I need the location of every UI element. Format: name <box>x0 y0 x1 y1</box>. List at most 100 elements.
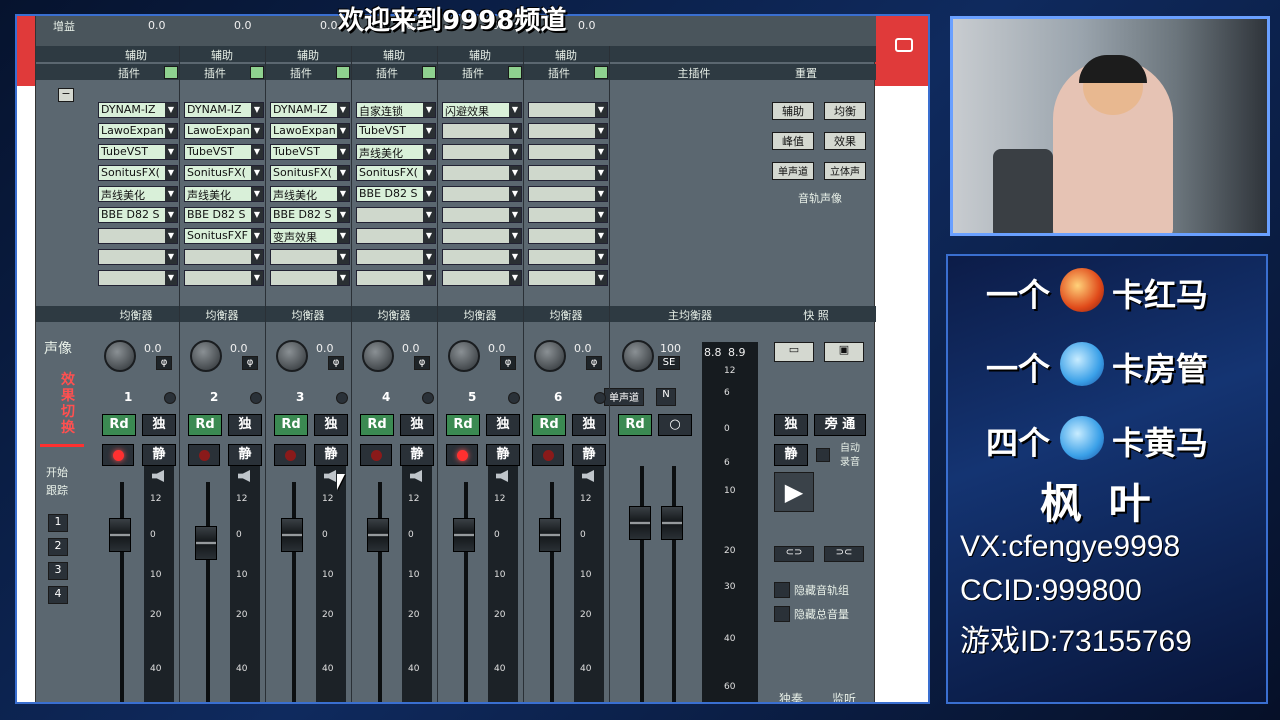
volume-fader[interactable] <box>367 518 389 552</box>
plugin-slot[interactable]: ▼ <box>442 207 522 223</box>
chevron-down-icon[interactable]: ▼ <box>509 103 521 117</box>
record-button[interactable]: Rd <box>446 414 480 436</box>
master-n-button[interactable]: N <box>656 388 676 406</box>
volume-fader[interactable] <box>195 526 217 560</box>
chevron-down-icon[interactable]: ▼ <box>423 103 435 117</box>
master-link-button[interactable]: ○ <box>658 414 692 436</box>
insert-toggle[interactable] <box>422 66 436 79</box>
chevron-down-icon[interactable]: ▼ <box>423 229 435 243</box>
pan-knob[interactable] <box>276 340 308 372</box>
plugin-slot[interactable]: LawoExpan ▼ <box>270 123 350 139</box>
plugin-slot[interactable]: ▼ <box>442 270 522 286</box>
chevron-down-icon[interactable]: ▼ <box>337 187 349 201</box>
chevron-down-icon[interactable]: ▼ <box>165 166 177 180</box>
record-button[interactable]: Rd <box>360 414 394 436</box>
insert-toggle[interactable] <box>594 66 608 79</box>
plugin-slot[interactable]: ▼ <box>528 102 608 118</box>
chevron-down-icon[interactable]: ▼ <box>423 208 435 222</box>
chevron-down-icon[interactable]: ▼ <box>165 250 177 264</box>
stereo-button[interactable]: 立体声 <box>824 162 866 180</box>
plugin-slot[interactable]: 闪避效果 ▼ <box>442 102 522 118</box>
plugin-slot[interactable]: ▼ <box>442 186 522 202</box>
chevron-down-icon[interactable]: ▼ <box>509 271 521 285</box>
chevron-down-icon[interactable]: ▼ <box>251 271 263 285</box>
chevron-down-icon[interactable]: ▼ <box>595 250 607 264</box>
chevron-down-icon[interactable]: ▼ <box>509 229 521 243</box>
plugin-slot[interactable]: ▼ <box>270 270 350 286</box>
chevron-down-icon[interactable]: ▼ <box>251 124 263 138</box>
aux-button[interactable]: 辅助 <box>772 102 814 120</box>
se-button[interactable]: SE <box>658 356 680 370</box>
plugin-slot[interactable]: ▼ <box>356 228 436 244</box>
save-icon[interactable]: ▣ <box>824 342 864 362</box>
plugin-slot[interactable]: ▼ <box>528 228 608 244</box>
chevron-down-icon[interactable]: ▼ <box>423 145 435 159</box>
pan-knob[interactable] <box>190 340 222 372</box>
mute-button[interactable]: 静 <box>142 444 176 466</box>
master-rd-button[interactable]: Rd <box>618 414 652 436</box>
master-pan-knob[interactable] <box>622 340 654 372</box>
plugin-slot[interactable]: TubeVST ▼ <box>184 144 264 160</box>
solo-button[interactable]: 独 <box>572 414 606 436</box>
volume-fader[interactable] <box>281 518 303 552</box>
plugin-slot[interactable]: LawoExpan ▼ <box>184 123 264 139</box>
record-led[interactable] <box>360 444 392 466</box>
mute-right-button[interactable]: 静 <box>774 444 808 466</box>
chevron-down-icon[interactable]: ▼ <box>251 208 263 222</box>
chevron-down-icon[interactable]: ▼ <box>251 145 263 159</box>
solo-button[interactable]: 独 <box>314 414 348 436</box>
chevron-down-icon[interactable]: ▼ <box>337 166 349 180</box>
record-led[interactable] <box>188 444 220 466</box>
chevron-down-icon[interactable]: ▼ <box>595 124 607 138</box>
chevron-down-icon[interactable]: ▼ <box>595 187 607 201</box>
chevron-down-icon[interactable]: ▼ <box>595 208 607 222</box>
plugin-slot[interactable]: DYNAM-IZ ▼ <box>270 102 350 118</box>
mute-button[interactable]: 静 <box>314 444 348 466</box>
mute-button[interactable]: 静 <box>486 444 520 466</box>
plugin-slot[interactable]: ▼ <box>528 144 608 160</box>
plugin-slot[interactable]: TubeVST ▼ <box>98 144 178 160</box>
plugin-slot[interactable]: ▼ <box>442 228 522 244</box>
effect-button[interactable]: 效果 <box>824 132 866 150</box>
record-button[interactable]: Rd <box>188 414 222 436</box>
chevron-down-icon[interactable]: ▼ <box>423 124 435 138</box>
chevron-down-icon[interactable]: ▼ <box>337 250 349 264</box>
plugin-slot[interactable]: ▼ <box>442 249 522 265</box>
chevron-down-icon[interactable]: ▼ <box>595 145 607 159</box>
chevron-down-icon[interactable]: ▼ <box>595 103 607 117</box>
chevron-down-icon[interactable]: ▼ <box>337 208 349 222</box>
plugin-slot[interactable]: ▼ <box>528 165 608 181</box>
plugin-slot[interactable]: ▼ <box>442 123 522 139</box>
hide-track-group-checkbox[interactable] <box>774 582 790 598</box>
record-button[interactable]: Rd <box>532 414 566 436</box>
chevron-down-icon[interactable]: ▼ <box>337 229 349 243</box>
track-number-button[interactable]: 4 <box>48 586 68 604</box>
phase-button[interactable]: φ <box>586 356 602 370</box>
plugin-slot[interactable]: ▼ <box>528 186 608 202</box>
plugin-slot[interactable]: TubeVST ▼ <box>356 123 436 139</box>
chevron-down-icon[interactable]: ▼ <box>165 124 177 138</box>
plugin-slot[interactable]: ▼ <box>184 270 264 286</box>
plugin-slot[interactable]: ▼ <box>270 249 350 265</box>
plugin-slot[interactable]: BBE D82 S ▼ <box>356 186 436 202</box>
window-restore-icon[interactable] <box>895 38 913 52</box>
chevron-down-icon[interactable]: ▼ <box>595 229 607 243</box>
solo-button[interactable]: 独 <box>142 414 176 436</box>
track-number-button[interactable]: 2 <box>48 538 68 556</box>
mono-button[interactable]: 单声道 <box>772 162 814 180</box>
pan-knob[interactable] <box>362 340 394 372</box>
pan-knob[interactable] <box>534 340 566 372</box>
plugin-slot[interactable]: ▼ <box>528 123 608 139</box>
mute-button[interactable]: 静 <box>400 444 434 466</box>
chevron-down-icon[interactable]: ▼ <box>423 187 435 201</box>
chevron-down-icon[interactable]: ▼ <box>423 166 435 180</box>
record-led[interactable] <box>532 444 564 466</box>
plugin-slot[interactable]: ▼ <box>184 249 264 265</box>
hide-master-vol-checkbox[interactable] <box>774 606 790 622</box>
plugin-slot[interactable]: ▼ <box>356 249 436 265</box>
plugin-slot[interactable]: ▼ <box>442 165 522 181</box>
plugin-slot[interactable]: SonitusFXF ▼ <box>184 228 264 244</box>
record-led[interactable] <box>446 444 478 466</box>
chevron-down-icon[interactable]: ▼ <box>509 124 521 138</box>
track-number-button[interactable]: 1 <box>48 514 68 532</box>
